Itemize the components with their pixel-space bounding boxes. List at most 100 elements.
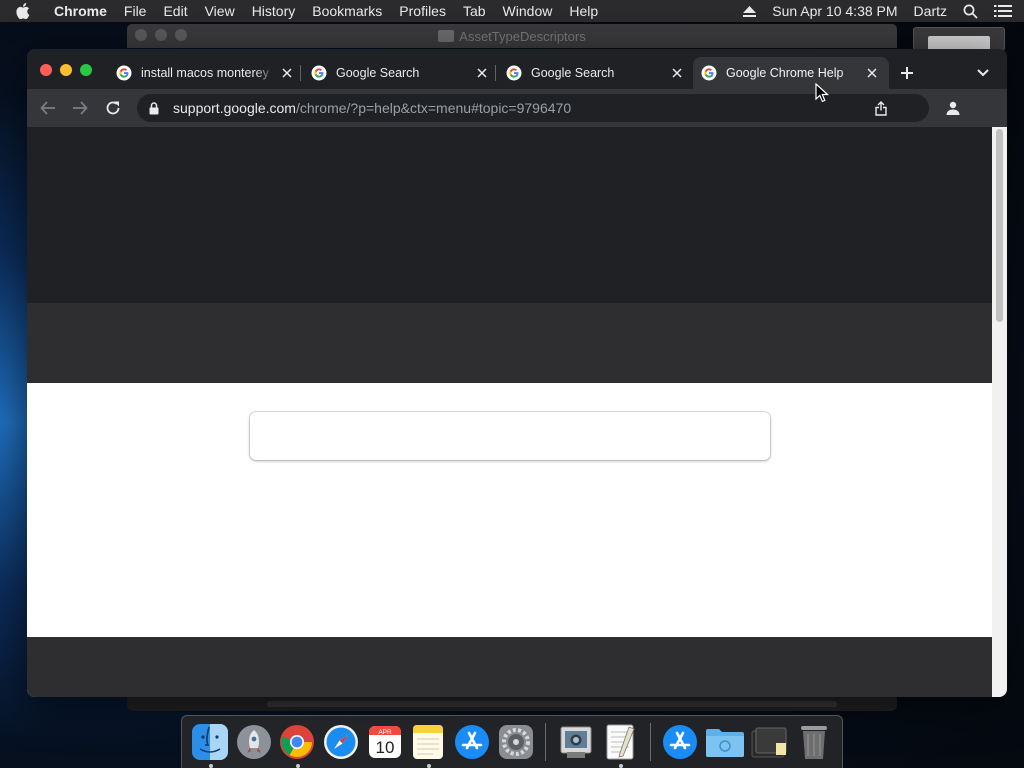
dock-trash[interactable]	[795, 722, 834, 762]
dock-documents-stack[interactable]	[750, 722, 790, 762]
dock-applications-folder[interactable]	[661, 722, 700, 762]
window-close-button[interactable]	[40, 64, 52, 76]
applications-icon	[663, 725, 698, 759]
menubar-user[interactable]: Dartz	[914, 3, 947, 19]
chrome-window: install macos monterey Google Search Goo…	[27, 49, 1007, 697]
dock-app-store[interactable]	[453, 722, 492, 762]
menu-help[interactable]: Help	[569, 3, 598, 19]
address-bar[interactable]: support.google.com/chrome/?p=help&ctx=me…	[137, 94, 929, 122]
lock-icon[interactable]	[147, 101, 161, 115]
tab-title: Google Search	[336, 66, 420, 80]
window-zoom-button[interactable]	[80, 64, 92, 76]
finder-icon	[191, 724, 228, 760]
profile-avatar-icon[interactable]	[943, 98, 963, 118]
dock-downloads-folder[interactable]	[705, 722, 745, 762]
preview-photo-icon	[560, 726, 592, 758]
menu-profiles[interactable]: Profiles	[399, 3, 446, 19]
help-page-section	[27, 637, 992, 697]
trash-icon	[801, 726, 828, 759]
eject-icon[interactable]	[743, 5, 757, 17]
url-host: support.google.com	[173, 100, 296, 116]
notes-icon	[413, 725, 444, 759]
menu-chrome[interactable]: Chrome	[54, 3, 107, 19]
back-arrow-icon[interactable]	[38, 98, 58, 118]
gear-icon	[498, 725, 533, 759]
dock-divider	[545, 723, 547, 761]
tab-strip: install macos monterey Google Search Goo…	[27, 49, 1007, 89]
apple-menu-icon[interactable]	[16, 3, 38, 19]
folder-icon	[438, 30, 455, 42]
reload-icon[interactable]	[103, 98, 123, 118]
tab-title: Google Chrome Help	[726, 66, 844, 80]
desktop-disk-icon[interactable]	[913, 27, 1005, 51]
background-window-scrollbar[interactable]	[267, 701, 837, 707]
new-tab-plus-icon[interactable]	[897, 63, 917, 83]
dock-preview[interactable]	[557, 722, 596, 762]
tab-3[interactable]: Google Search	[498, 57, 694, 89]
tab-4-active[interactable]: Google Chrome Help	[693, 57, 889, 89]
dock-divider	[649, 723, 651, 761]
tab-close-icon[interactable]	[669, 65, 685, 81]
share-icon[interactable]	[873, 99, 889, 117]
mouse-cursor-icon	[815, 83, 829, 103]
menu-history[interactable]: History	[252, 3, 296, 19]
tab-close-icon[interactable]	[864, 65, 880, 81]
dock-calendar[interactable]: APR 10	[365, 722, 404, 762]
dock-launchpad[interactable]	[234, 722, 273, 762]
dock-finder[interactable]	[191, 722, 230, 768]
menu-bar: Chrome File Edit View History Bookmarks …	[0, 0, 1024, 22]
tab-close-icon[interactable]	[474, 65, 490, 81]
background-window-titlebar[interactable]: AssetTypeDescriptors	[127, 24, 897, 48]
tab-search-chevron-down-icon[interactable]	[975, 65, 991, 81]
dock-safari[interactable]	[322, 722, 361, 762]
tab-close-icon[interactable]	[279, 65, 295, 81]
dock: APR 10	[181, 715, 843, 768]
tab-2[interactable]: Google Search	[303, 57, 499, 89]
running-indicator	[618, 764, 623, 768]
help-search-input[interactable]	[250, 412, 770, 460]
tab-1[interactable]: install macos monterey	[108, 57, 304, 89]
control-center-icon[interactable]	[994, 4, 1012, 18]
page-viewport	[27, 127, 992, 697]
google-favicon-icon	[311, 65, 327, 81]
page-scrollbar[interactable]	[992, 127, 1007, 697]
chrome-icon	[280, 725, 315, 759]
textedit-icon	[606, 724, 635, 760]
dock-chrome[interactable]	[278, 722, 317, 768]
running-indicator	[426, 764, 431, 768]
menu-edit[interactable]: Edit	[163, 3, 187, 19]
spotlight-search-icon[interactable]	[963, 4, 978, 19]
running-indicator	[208, 764, 213, 768]
forward-arrow-icon[interactable]	[70, 98, 90, 118]
google-favicon-icon	[116, 65, 132, 81]
menu-window[interactable]: Window	[503, 3, 553, 19]
menubar-clock[interactable]: Sun Apr 10 4:38 PM	[772, 3, 897, 19]
background-window-traffic-lights	[135, 29, 195, 41]
help-page-header	[27, 127, 992, 303]
browser-toolbar: support.google.com/chrome/?p=help&ctx=me…	[27, 89, 1007, 127]
dock-textedit[interactable]	[601, 722, 640, 768]
tab-separator	[495, 65, 496, 81]
tab-title: Google Search	[531, 66, 615, 80]
google-favicon-icon	[701, 65, 717, 81]
url-path: /chrome/?p=help&ctx=menu#topic=9796470	[295, 100, 572, 116]
document-stack-icon	[751, 727, 787, 758]
calendar-icon: APR 10	[368, 726, 401, 758]
safari-compass-icon	[323, 725, 358, 759]
background-window-title: AssetTypeDescriptors	[459, 28, 586, 44]
tab-separator	[300, 65, 301, 81]
menu-bookmarks[interactable]: Bookmarks	[312, 3, 382, 19]
window-controls	[40, 64, 100, 76]
help-page-banner	[27, 303, 992, 383]
menu-file[interactable]: File	[124, 3, 147, 19]
dock-system-preferences[interactable]	[496, 722, 535, 762]
google-favicon-icon	[506, 65, 522, 81]
scrollbar-thumb[interactable]	[996, 129, 1003, 322]
running-indicator	[295, 764, 300, 768]
tab-title: install macos monterey	[141, 66, 269, 80]
calendar-month: APR	[378, 729, 392, 736]
window-minimize-button[interactable]	[60, 64, 72, 76]
dock-notes[interactable]	[409, 722, 448, 768]
menu-tab[interactable]: Tab	[463, 3, 486, 19]
menu-view[interactable]: View	[205, 3, 235, 19]
